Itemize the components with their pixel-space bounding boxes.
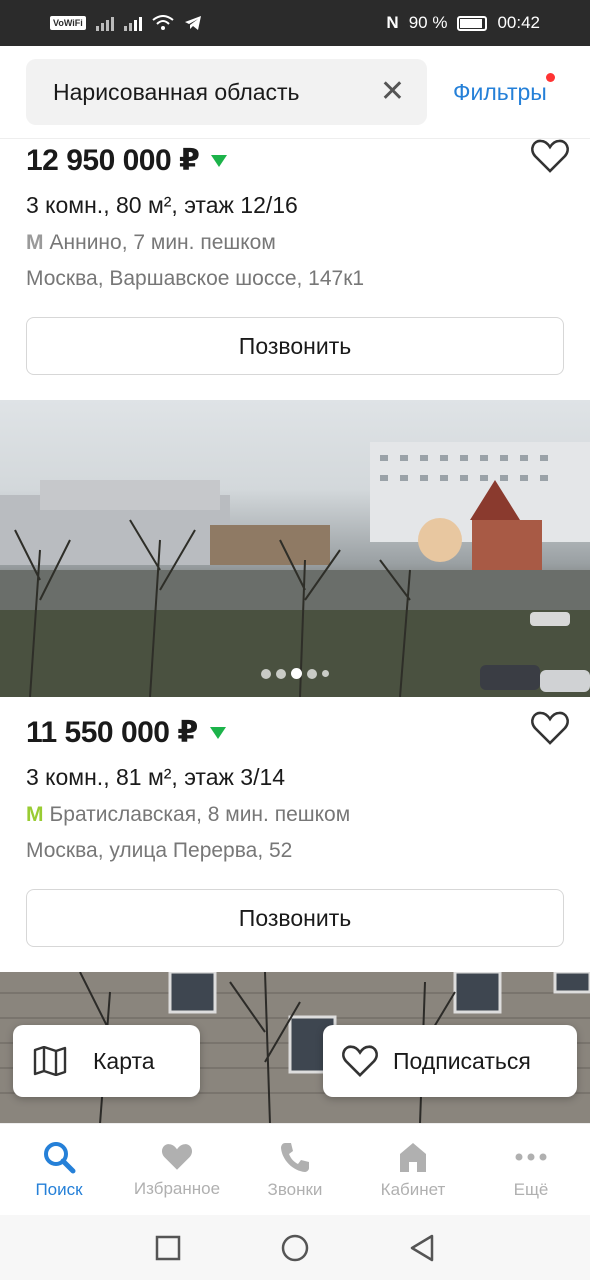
pagination-dot <box>261 668 271 679</box>
listing-details: 3 комн., 80 м², этаж 12/16 <box>26 192 298 218</box>
price-row: 11 550 000 ₽ <box>26 715 564 750</box>
map-icon <box>33 1046 67 1076</box>
filters-button[interactable]: Фильтры <box>453 72 555 106</box>
subscribe-button[interactable]: Подписаться <box>323 1025 577 1097</box>
map-label: Карта <box>93 1047 155 1074</box>
filters-label: Фильтры <box>453 78 547 105</box>
back-icon[interactable] <box>409 1234 435 1262</box>
signal-icon <box>95 15 114 31</box>
nav-label: Звонки <box>267 1179 323 1199</box>
results-list[interactable]: 12 950 000 ₽ 3 комн., 80 м², этаж 12/16 … <box>0 138 590 1123</box>
phone-icon <box>281 1142 309 1172</box>
listing-card[interactable]: 11 550 000 ₽ 3 комн., 81 м², этаж 3/14 М… <box>0 711 590 947</box>
metro-info: М Братиславская, 8 мин. пешком <box>26 803 564 827</box>
call-button[interactable]: Позвонить <box>26 889 564 947</box>
search-icon <box>44 1141 76 1173</box>
photo-scene <box>0 442 590 697</box>
metro-icon: М <box>26 231 44 254</box>
listing-card[interactable]: 12 950 000 ₽ 3 комн., 80 м², этаж 12/16 … <box>0 139 590 375</box>
battery-percent: 90 % <box>408 13 448 32</box>
nav-item-cabinet[interactable]: Кабинет <box>354 1140 472 1200</box>
listing-address: Москва, Варшавское шоссе, 147к1 <box>26 267 365 290</box>
status-bar: VoWiFi N 90 % 00:42 <box>0 0 590 46</box>
status-left: VoWiFi <box>50 15 202 31</box>
nav-item-search[interactable]: Поиск <box>0 1140 118 1200</box>
pagination-dot-active <box>291 668 302 679</box>
metro-info: М Аннино, 7 мин. пешком <box>26 231 564 255</box>
pagination-dot <box>322 670 329 677</box>
favorite-heart-icon[interactable] <box>530 710 570 746</box>
wifi-icon <box>152 15 174 30</box>
listing-price: 11 550 000 ₽ <box>26 716 198 749</box>
nav-item-favorites[interactable]: Избранное <box>118 1141 236 1199</box>
subscribe-label: Подписаться <box>393 1047 531 1074</box>
favorite-heart-icon[interactable] <box>530 138 570 174</box>
pagination-dot <box>307 668 317 679</box>
pagination-dot <box>276 668 286 679</box>
listing-price: 12 950 000 ₽ <box>26 144 200 177</box>
home-icon <box>400 1142 426 1172</box>
search-header: Нарисованная область ✕ Фильтры <box>0 46 590 138</box>
heart-icon <box>342 1045 378 1078</box>
recents-icon[interactable] <box>155 1235 181 1261</box>
metro-icon: М <box>26 803 44 826</box>
heart-icon <box>161 1143 193 1170</box>
close-icon[interactable]: ✕ <box>380 77 405 107</box>
home-button-icon[interactable] <box>281 1234 309 1262</box>
listing-details: 3 комн., 81 м², этаж 3/14 <box>26 764 286 790</box>
battery-icon <box>457 15 488 31</box>
map-button[interactable]: Карта <box>13 1025 200 1097</box>
search-query: Нарисованная область <box>53 78 300 105</box>
signal-icon-2 <box>123 15 142 31</box>
listing-address: Москва, улица Перерва, 52 <box>26 839 293 862</box>
bottom-navigation: Поиск Избранное Звонки Кабинет Ещё <box>0 1123 590 1215</box>
nav-label: Избранное <box>133 1178 221 1198</box>
listing-photo[interactable] <box>0 400 590 697</box>
nav-label: Поиск <box>35 1179 83 1199</box>
system-navigation-bar <box>0 1215 590 1280</box>
call-button[interactable]: Позвонить <box>26 317 564 375</box>
telegram-icon <box>184 16 201 30</box>
vowifi-badge: VoWiFi <box>50 16 86 30</box>
nav-item-more[interactable]: Ещё <box>472 1140 590 1200</box>
nfc-icon: N <box>386 13 399 32</box>
metro-station: Аннино, 7 мин. пешком <box>49 231 276 254</box>
nav-item-calls[interactable]: Звонки <box>236 1140 354 1200</box>
photo-pagination <box>261 668 329 679</box>
status-right: N 90 % 00:42 <box>386 13 540 33</box>
more-icon <box>515 1153 547 1160</box>
nav-label: Ещё <box>513 1179 549 1199</box>
search-field[interactable]: Нарисованная область ✕ <box>26 59 427 125</box>
price-down-icon <box>209 726 226 739</box>
filters-indicator-dot <box>545 72 555 82</box>
metro-station: Братиславская, 8 мин. пешком <box>49 803 351 826</box>
price-down-icon <box>211 154 228 167</box>
nav-label: Кабинет <box>380 1179 446 1199</box>
price-row: 12 950 000 ₽ <box>26 143 564 178</box>
clock: 00:42 <box>497 13 540 32</box>
